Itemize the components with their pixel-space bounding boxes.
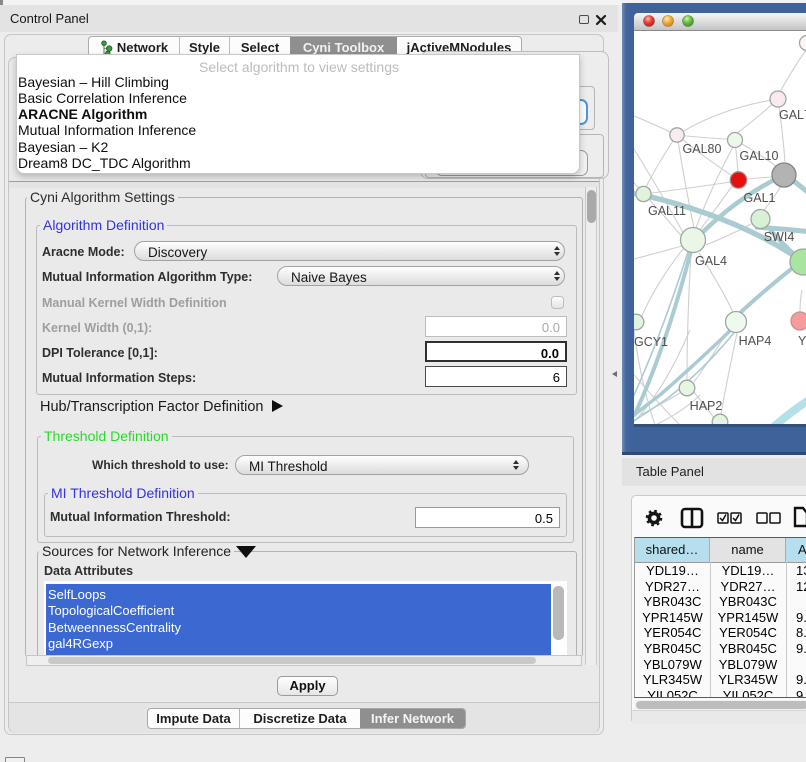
svg-text:GAL4: GAL4 (695, 254, 727, 268)
svg-text:HAP2: HAP2 (690, 399, 723, 413)
svg-text:GCY1: GCY1 (634, 335, 668, 349)
svg-text:GAL7: GAL7 (779, 108, 806, 122)
svg-text:GAL10: GAL10 (740, 149, 779, 163)
svg-text:GAL1: GAL1 (744, 191, 776, 205)
svg-text:GAL80: GAL80 (683, 142, 722, 156)
svg-text:YJ: YJ (798, 334, 806, 348)
svg-text:HAP4: HAP4 (739, 334, 772, 348)
svg-text:SWI4: SWI4 (764, 230, 795, 244)
svg-text:GAL11: GAL11 (648, 204, 686, 218)
